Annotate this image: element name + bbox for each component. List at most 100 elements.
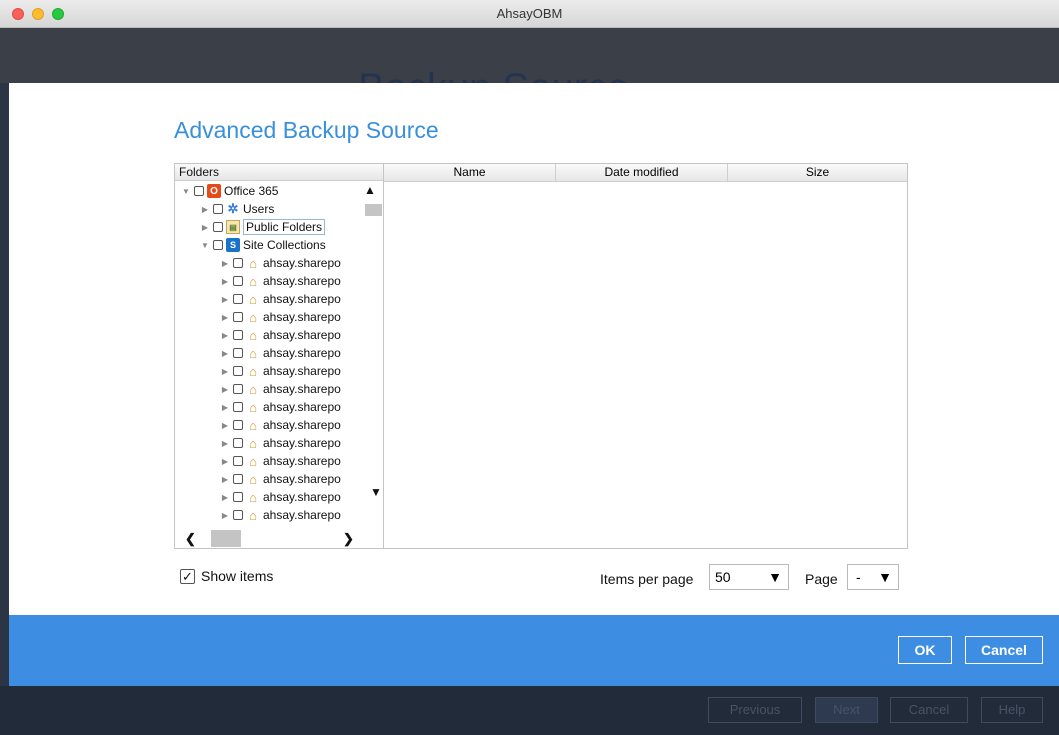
tree-item-site[interactable]: ▶ ⌂ ahsay.sharepo	[218, 290, 341, 308]
checkbox[interactable]	[233, 420, 243, 430]
checkbox[interactable]	[233, 276, 243, 286]
expand-right-icon[interactable]: ▶	[218, 259, 232, 268]
checkbox[interactable]	[213, 222, 223, 232]
next-button[interactable]: Next	[815, 697, 878, 723]
tree-item-site[interactable]: ▶ ⌂ ahsay.sharepo	[218, 416, 341, 434]
checkbox[interactable]	[233, 474, 243, 484]
checkbox[interactable]	[233, 348, 243, 358]
ok-button[interactable]: OK	[898, 636, 952, 664]
tree-item-site[interactable]: ▶ ⌂ ahsay.sharepo	[218, 380, 341, 398]
column-header-date-modified[interactable]: Date modified	[556, 164, 728, 181]
expand-down-icon[interactable]: ▼	[198, 241, 212, 250]
expand-right-icon[interactable]: ▶	[218, 457, 232, 466]
expand-right-icon[interactable]: ▶	[218, 331, 232, 340]
column-header-size[interactable]: Size	[728, 164, 907, 181]
site-home-icon: ⌂	[249, 273, 257, 289]
checkbox[interactable]	[233, 384, 243, 394]
site-home-icon: ⌂	[249, 489, 257, 505]
tree-item-label: ahsay.sharepo	[263, 490, 341, 504]
vertical-scrollbar-thumb[interactable]	[365, 204, 382, 216]
checkbox[interactable]	[233, 402, 243, 412]
checkbox[interactable]	[233, 294, 243, 304]
tree-item-site[interactable]: ▶ ⌂ ahsay.sharepo	[218, 434, 341, 452]
show-items-label: Show items	[201, 568, 274, 584]
tree-item-site[interactable]: ▶ ⌂ ahsay.sharepo	[218, 398, 341, 416]
tree-item-label: ahsay.sharepo	[263, 274, 341, 288]
site-home-icon: ⌂	[249, 453, 257, 469]
expand-right-icon[interactable]: ▶	[218, 475, 232, 484]
checkbox[interactable]	[213, 204, 223, 214]
tree-item-office-365[interactable]: ▼ O Office 365	[179, 182, 278, 200]
tree-item-site[interactable]: ▶ ⌂ ahsay.sharepo	[218, 344, 341, 362]
expand-right-icon[interactable]: ▶	[198, 223, 212, 232]
items-per-page-select[interactable]: 50 ▼	[709, 564, 789, 590]
expand-right-icon[interactable]: ▶	[198, 205, 212, 214]
scroll-up-icon[interactable]: ▲	[364, 183, 376, 197]
scroll-left-icon[interactable]: ❮	[185, 531, 196, 547]
checkbox[interactable]	[233, 366, 243, 376]
expand-right-icon[interactable]: ▶	[218, 511, 232, 520]
folder-tree[interactable]: Folders ▼ O Office 365 ▶ ✲ Users ▶ ▤ Pub…	[175, 164, 384, 548]
expand-right-icon[interactable]: ▶	[218, 439, 232, 448]
expand-right-icon[interactable]: ▶	[218, 385, 232, 394]
browser-panel: Folders ▼ O Office 365 ▶ ✲ Users ▶ ▤ Pub…	[174, 163, 908, 549]
expand-right-icon[interactable]: ▶	[218, 367, 232, 376]
tree-item-public-folders[interactable]: ▶ ▤ Public Folders	[198, 218, 326, 236]
background-page-title: Backup Source	[358, 66, 629, 83]
expand-down-icon[interactable]: ▼	[179, 187, 193, 196]
tree-item-label: ahsay.sharepo	[263, 310, 341, 324]
scroll-right-icon[interactable]: ❯	[343, 531, 354, 547]
site-home-icon: ⌂	[249, 255, 257, 271]
item-list[interactable]: Name Date modified Size	[384, 164, 907, 548]
page-select[interactable]: - ▼	[847, 564, 899, 590]
expand-right-icon[interactable]: ▶	[218, 295, 232, 304]
tree-item-label: Public Folders	[243, 219, 326, 235]
users-icon: ✲	[227, 201, 239, 216]
site-home-icon: ⌂	[249, 399, 257, 415]
cancel-button[interactable]: Cancel	[965, 636, 1043, 664]
expand-right-icon[interactable]: ▶	[218, 403, 232, 412]
tree-item-site[interactable]: ▶ ⌂ ahsay.sharepo	[218, 272, 341, 290]
horizontal-scrollbar-thumb[interactable]	[211, 530, 241, 547]
expand-right-icon[interactable]: ▶	[218, 421, 232, 430]
tree-item-site[interactable]: ▶ ⌂ ahsay.sharepo	[218, 506, 341, 524]
expand-right-icon[interactable]: ▶	[218, 493, 232, 502]
office-365-icon: O	[207, 184, 221, 198]
sharepoint-icon: S	[226, 238, 240, 252]
dialog-title: Advanced Backup Source	[174, 117, 439, 143]
help-button[interactable]: Help	[981, 697, 1043, 723]
expand-right-icon[interactable]: ▶	[218, 313, 232, 322]
checkbox[interactable]	[233, 258, 243, 268]
expand-right-icon[interactable]: ▶	[218, 277, 232, 286]
show-items-checkbox[interactable]: ✓ Show items	[180, 568, 273, 584]
site-home-icon: ⌂	[249, 471, 257, 487]
footer-cancel-button[interactable]: Cancel	[890, 697, 968, 723]
tree-item-site[interactable]: ▶ ⌂ ahsay.sharepo	[218, 488, 341, 506]
advanced-backup-source-dialog: Advanced Backup Source Folders ▼ O Offic…	[9, 83, 1059, 615]
tree-item-site[interactable]: ▶ ⌂ ahsay.sharepo	[218, 326, 341, 344]
checkbox[interactable]	[233, 456, 243, 466]
background-footer: Previous Next Cancel Help	[0, 686, 1059, 735]
tree-item-label: ahsay.sharepo	[263, 292, 341, 306]
checkbox[interactable]	[233, 330, 243, 340]
chevron-down-icon: ▼	[878, 569, 892, 585]
tree-item-site-collections[interactable]: ▼ S Site Collections	[198, 236, 326, 254]
previous-button[interactable]: Previous	[708, 697, 802, 723]
tree-item-site[interactable]: ▶ ⌂ ahsay.sharepo	[218, 254, 341, 272]
checkbox[interactable]	[233, 492, 243, 502]
tree-item-users[interactable]: ▶ ✲ Users	[198, 200, 274, 218]
tree-item-site[interactable]: ▶ ⌂ ahsay.sharepo	[218, 452, 341, 470]
checkbox[interactable]	[233, 438, 243, 448]
site-home-icon: ⌂	[249, 327, 257, 343]
checkbox[interactable]	[194, 186, 204, 196]
checkmark-icon[interactable]: ✓	[180, 568, 195, 584]
expand-right-icon[interactable]: ▶	[218, 349, 232, 358]
column-header-name[interactable]: Name	[384, 164, 556, 181]
scroll-down-icon[interactable]: ▼	[370, 485, 382, 499]
tree-item-site[interactable]: ▶ ⌂ ahsay.sharepo	[218, 362, 341, 380]
checkbox[interactable]	[213, 240, 223, 250]
checkbox[interactable]	[233, 312, 243, 322]
tree-item-site[interactable]: ▶ ⌂ ahsay.sharepo	[218, 470, 341, 488]
tree-item-site[interactable]: ▶ ⌂ ahsay.sharepo	[218, 308, 341, 326]
checkbox[interactable]	[233, 510, 243, 520]
